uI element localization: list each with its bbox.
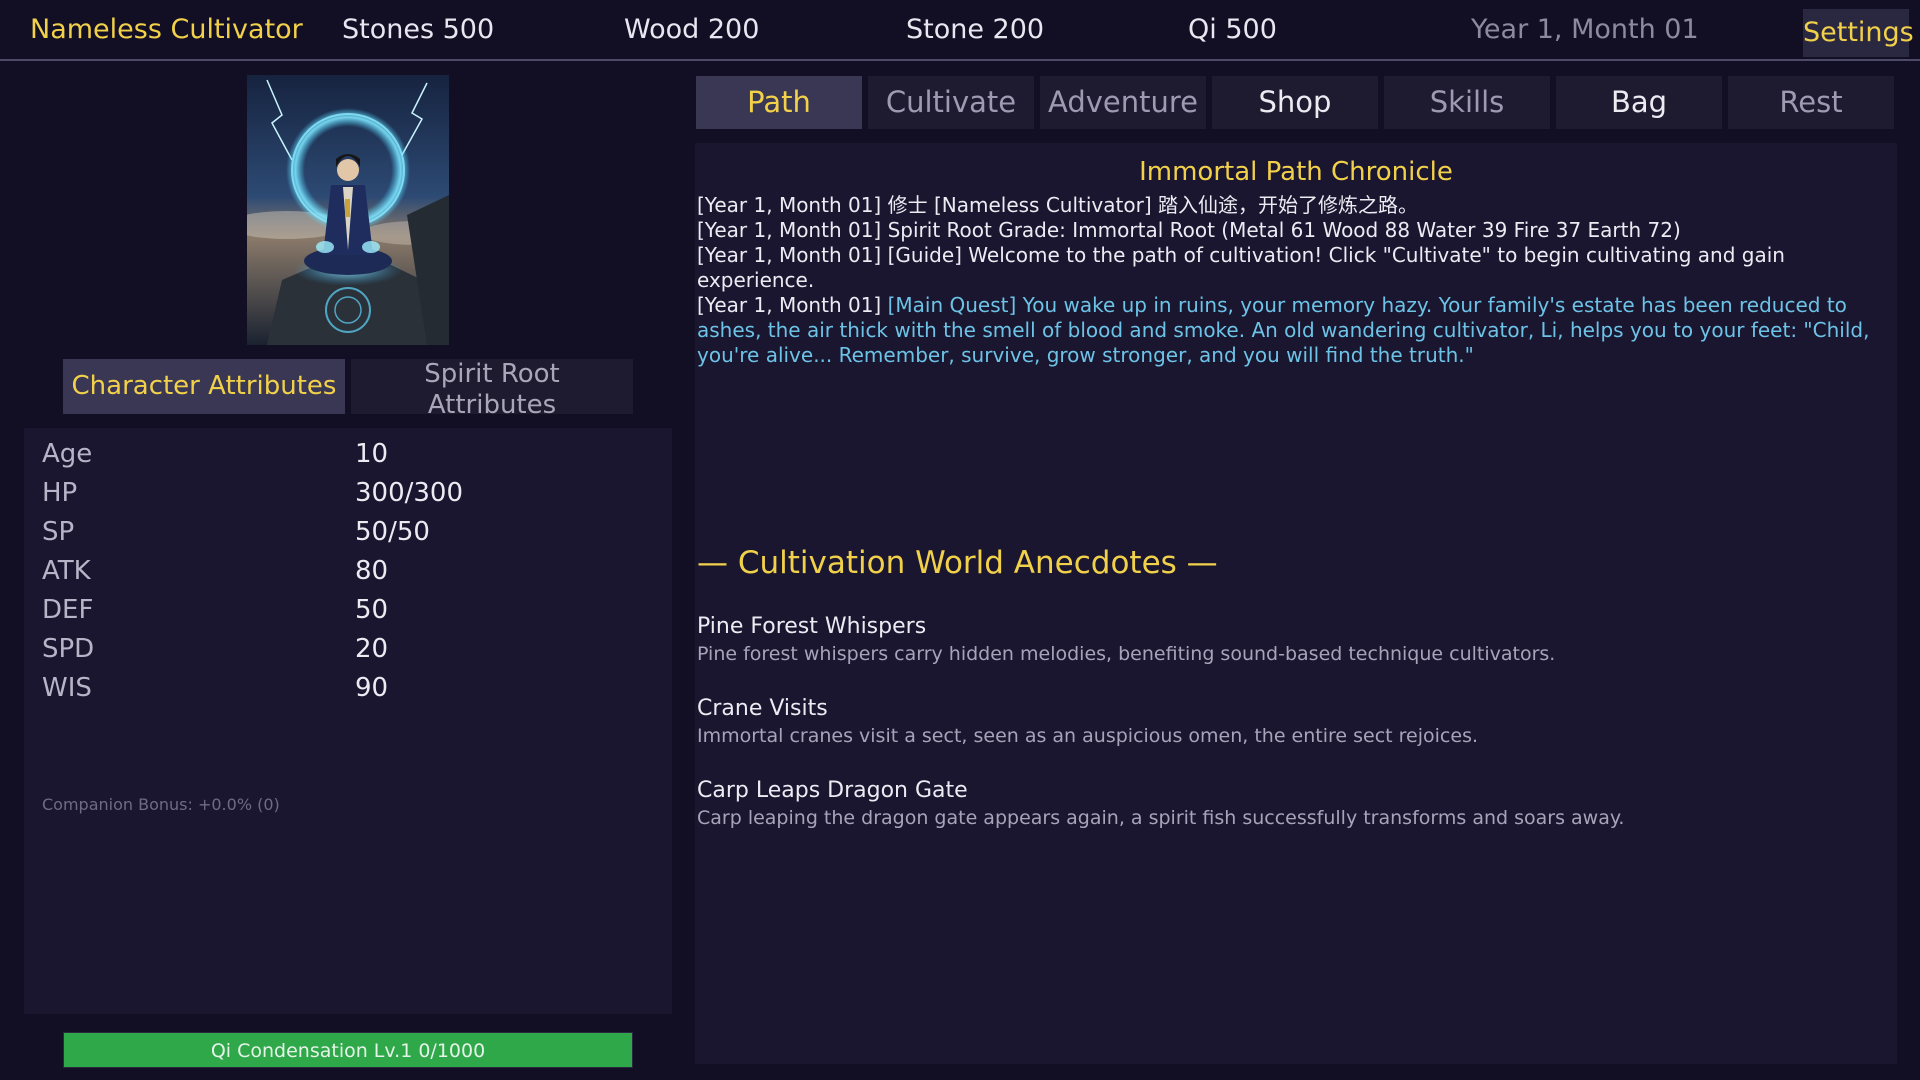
- attribute-value: 10: [355, 439, 389, 469]
- anecdote-title: Carp Leaps Dragon Gate: [697, 778, 968, 803]
- path-content-panel: Immortal Path Chronicle [Year 1, Month 0…: [695, 143, 1897, 1064]
- anecdotes-header: — Cultivation World Anecdotes —: [697, 545, 1218, 581]
- log-timestamp: [Year 1, Month 01]: [697, 243, 888, 267]
- qi-counter: Qi 500: [1188, 14, 1277, 45]
- chronicle-log: [Year 1, Month 01] 修士 [Nameless Cultivat…: [697, 193, 1893, 368]
- settings-button[interactable]: Settings: [1803, 9, 1914, 57]
- log-entry: [Year 1, Month 01] [Main Quest] You wake…: [697, 293, 1893, 368]
- attribute-value: 50: [355, 595, 389, 625]
- stone-counter: Stone 200: [906, 14, 1045, 45]
- top-bar: Nameless Cultivator Stones 500 Wood 200 …: [0, 0, 1920, 61]
- attribute-row-def: DEF 50: [42, 592, 642, 628]
- anecdote-title: Pine Forest Whispers: [697, 614, 927, 639]
- attribute-label: SP: [42, 517, 75, 547]
- tab-skills[interactable]: Skills: [1384, 76, 1550, 129]
- chronicle-title: Immortal Path Chronicle: [1139, 157, 1453, 187]
- attribute-value: 300/300: [355, 478, 464, 508]
- attribute-row-atk: ATK 80: [42, 553, 642, 589]
- tab-rest[interactable]: Rest: [1728, 76, 1894, 129]
- attribute-label: Age: [42, 439, 93, 469]
- spirit-root-tab-label-line2: Attributes: [427, 390, 557, 420]
- companion-bonus: Companion Bonus: +0.0% (0): [42, 795, 280, 814]
- tab-path[interactable]: Path: [696, 76, 862, 129]
- attribute-row-hp: HP 300/300: [42, 475, 642, 511]
- tab-character-attributes[interactable]: Character Attributes: [63, 359, 345, 414]
- log-timestamp: [Year 1, Month 01]: [697, 193, 888, 217]
- character-portrait: [247, 75, 449, 345]
- anecdote-item: Pine Forest Whispers Pine forest whisper…: [697, 613, 1893, 667]
- log-entry: [Year 1, Month 01] [Guide] Welcome to th…: [697, 243, 1893, 293]
- attribute-label: DEF: [42, 595, 94, 625]
- game-date: Year 1, Month 01: [1471, 14, 1699, 45]
- cultivation-progress-bar: Qi Condensation Lv.1 0/1000: [63, 1032, 633, 1068]
- tab-adventure[interactable]: Adventure: [1040, 76, 1206, 129]
- attribute-label: ATK: [42, 556, 91, 586]
- anecdote-item: Carp Leaps Dragon Gate Carp leaping the …: [697, 777, 1893, 831]
- tab-bag[interactable]: Bag: [1556, 76, 1722, 129]
- realm-level-label: Qi Condensation Lv.1 0/1000: [210, 1040, 486, 1062]
- tab-spirit-root-attributes[interactable]: Spirit Root Attributes: [351, 359, 633, 420]
- anecdote-item: Crane Visits Immortal cranes visit a sec…: [697, 695, 1893, 749]
- log-timestamp: [Year 1, Month 01]: [697, 293, 888, 317]
- attribute-label: HP: [42, 478, 78, 508]
- attribute-row-wis: WIS 90: [42, 670, 642, 706]
- attribute-label: SPD: [42, 634, 95, 664]
- character-name: Nameless Cultivator: [30, 14, 303, 45]
- wood-counter: Wood 200: [624, 14, 760, 45]
- attribute-value: 90: [355, 673, 389, 703]
- log-text: 修士 [Nameless Cultivator] 踏入仙途，开始了修炼之路。: [887, 193, 1418, 217]
- attribute-row-age: Age 10: [42, 436, 642, 472]
- spirit-stones-counter: Stones 500: [342, 14, 495, 45]
- anecdote-title: Crane Visits: [697, 696, 828, 721]
- attribute-label: WIS: [42, 673, 92, 703]
- tab-cultivate[interactable]: Cultivate: [868, 76, 1034, 129]
- log-timestamp: [Year 1, Month 01]: [697, 218, 888, 242]
- anecdote-description: Pine forest whispers carry hidden melodi…: [697, 643, 1556, 665]
- spirit-root-tab-label-line1: Spirit Root: [424, 359, 560, 389]
- tab-shop[interactable]: Shop: [1212, 76, 1378, 129]
- log-entry: [Year 1, Month 01] 修士 [Nameless Cultivat…: [697, 193, 1893, 218]
- attribute-value: 20: [355, 634, 389, 664]
- log-text: Spirit Root Grade: Immortal Root (Metal …: [887, 218, 1681, 242]
- attribute-value: 50/50: [355, 517, 430, 547]
- attribute-value: 80: [355, 556, 389, 586]
- attribute-row-spd: SPD 20: [42, 631, 642, 667]
- attribute-row-sp: SP 50/50: [42, 514, 642, 550]
- anecdote-description: Carp leaping the dragon gate appears aga…: [697, 807, 1625, 829]
- log-entry: [Year 1, Month 01] Spirit Root Grade: Im…: [697, 218, 1893, 243]
- character-attributes-panel: Age 10 HP 300/300 SP 50/50 ATK 80 DEF 50…: [24, 428, 672, 1014]
- anecdote-description: Immortal cranes visit a sect, seen as an…: [697, 725, 1479, 747]
